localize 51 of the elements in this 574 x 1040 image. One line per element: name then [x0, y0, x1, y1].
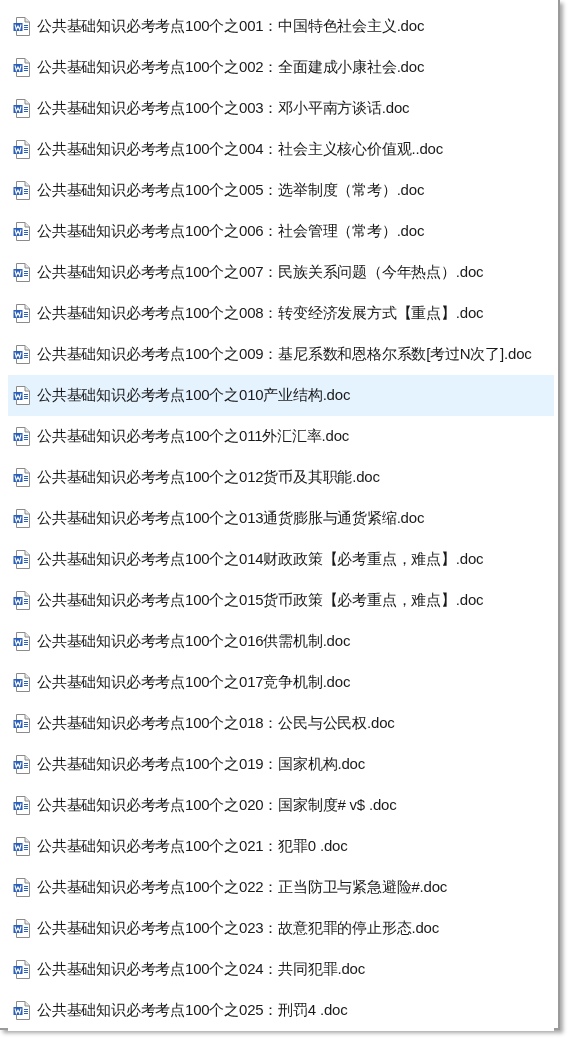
file-name: 公共基础知识必考考点100个之001：中国特色社会主义.doc [37, 16, 425, 37]
word-document-icon [13, 673, 30, 692]
file-row[interactable]: 公共基础知识必考考点100个之010产业结构.doc [8, 375, 554, 416]
word-document-icon [13, 919, 30, 938]
word-document-icon [13, 714, 30, 733]
file-name: 公共基础知识必考考点100个之009：基尼系数和恩格尔系数[考过N次了].doc [37, 344, 532, 365]
file-name: 公共基础知识必考考点100个之012货币及其职能.doc [37, 467, 380, 488]
file-name: 公共基础知识必考考点100个之023：故意犯罪的停止形态.doc [37, 918, 439, 939]
file-name: 公共基础知识必考考点100个之022：正当防卫与紧急避险#.doc [37, 877, 448, 898]
file-name: 公共基础知识必考考点100个之010产业结构.doc [37, 385, 351, 406]
file-name: 公共基础知识必考考点100个之003：邓小平南方谈话.doc [37, 98, 410, 119]
file-name: 公共基础知识必考考点100个之019：国家机构.doc [37, 754, 365, 775]
file-name: 公共基础知识必考考点100个之021：犯罪0 .doc [37, 836, 348, 857]
word-document-icon [13, 263, 30, 282]
word-document-icon [13, 1001, 30, 1020]
word-document-icon [13, 58, 30, 77]
file-name: 公共基础知识必考考点100个之018：公民与公民权.doc [37, 713, 395, 734]
file-name: 公共基础知识必考考点100个之025：刑罚4 .doc [37, 1000, 348, 1021]
word-document-icon [13, 468, 30, 487]
file-name: 公共基础知识必考考点100个之011外汇汇率.doc [37, 426, 350, 447]
word-document-icon [13, 550, 30, 569]
file-name: 公共基础知识必考考点100个之002：全面建成小康社会.doc [37, 57, 425, 78]
word-document-icon [13, 878, 30, 897]
file-name: 公共基础知识必考考点100个之005：选举制度（常考）.doc [37, 180, 425, 201]
word-document-icon [13, 140, 30, 159]
word-document-icon [13, 345, 30, 364]
file-name: 公共基础知识必考考点100个之015货币政策【必考重点，难点】.doc [37, 590, 484, 611]
word-document-icon [13, 427, 30, 446]
word-document-icon [13, 17, 30, 36]
word-document-icon [13, 755, 30, 774]
word-document-icon [13, 181, 30, 200]
file-name: 公共基础知识必考考点100个之008：转变经济发展方式【重点】.doc [37, 303, 484, 324]
word-document-icon [13, 99, 30, 118]
word-document-icon [13, 837, 30, 856]
word-document-icon [13, 960, 30, 979]
file-name: 公共基础知识必考考点100个之004：社会主义核心价值观..doc [37, 139, 443, 160]
file-name: 公共基础知识必考考点100个之017竞争机制.doc [37, 672, 351, 693]
file-name: 公共基础知识必考考点100个之016供需机制.doc [37, 631, 351, 652]
word-document-icon [13, 591, 30, 610]
word-document-icon [13, 632, 30, 651]
file-name: 公共基础知识必考考点100个之013通货膨胀与通货紧缩.doc [37, 508, 425, 529]
word-document-icon [13, 509, 30, 528]
word-document-icon [13, 304, 30, 323]
file-name: 公共基础知识必考考点100个之020：国家制度# v$ .doc [37, 795, 397, 816]
file-name: 公共基础知识必考考点100个之007：民族关系问题（今年热点）.doc [37, 262, 484, 283]
file-name: 公共基础知识必考考点100个之006：社会管理（常考）.doc [37, 221, 425, 242]
file-name: 公共基础知识必考考点100个之024：共同犯罪.doc [37, 959, 365, 980]
word-document-icon [13, 386, 30, 405]
word-document-icon [13, 796, 30, 815]
file-name: 公共基础知识必考考点100个之014财政政策【必考重点，难点】.doc [37, 549, 484, 570]
word-document-icon [13, 222, 30, 241]
